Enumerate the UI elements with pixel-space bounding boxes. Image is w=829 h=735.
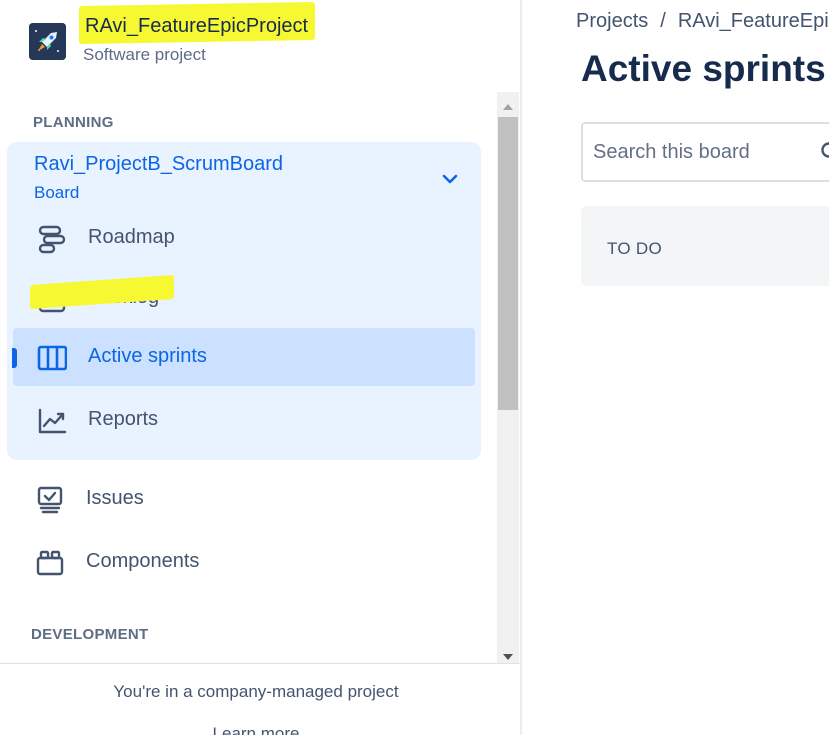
main-content: Projects / RAvi_FeatureEpi Active sprints …	[524, 0, 829, 735]
scroll-up-arrow-icon[interactable]	[503, 99, 513, 110]
scroll-down-arrow-icon[interactable]	[503, 649, 513, 660]
breadcrumb-project-link[interactable]: RAvi_FeatureEpi	[678, 10, 829, 32]
breadcrumb: Projects / RAvi_FeatureEpi	[576, 10, 829, 33]
sidebar-item-label: Reports	[88, 408, 159, 430]
project-header[interactable]: RAvi_FeatureEpicProject Software project	[0, 0, 520, 88]
search-icon[interactable]	[820, 141, 829, 163]
board-column-todo: TO DO	[581, 206, 829, 286]
sidebar-item-issues[interactable]: Issues	[11, 470, 473, 528]
column-title: TO DO	[607, 239, 663, 258]
project-name[interactable]: RAvi_FeatureEpicProject	[83, 15, 310, 38]
board-columns-icon	[37, 343, 68, 373]
rocket-icon	[29, 23, 66, 60]
sidebar-item-roadmap[interactable]: Roadmap	[13, 209, 475, 267]
roadmap-icon	[37, 224, 67, 254]
sidebar-item-label: Components	[86, 550, 200, 572]
active-indicator	[12, 348, 17, 368]
board-search[interactable]	[581, 122, 829, 182]
sidebar-nav: PLANNING Ravi_ProjectB_ScrumBoard Board …	[0, 88, 494, 663]
section-heading-development: DEVELOPMENT	[31, 626, 149, 643]
sidebar-scrollbar[interactable]	[497, 92, 519, 665]
page-title: Active sprints	[581, 48, 826, 89]
project-type: Software project	[83, 45, 206, 64]
sidebar-item-label: Roadmap	[88, 226, 175, 248]
sidebar-item-components[interactable]: Components	[11, 533, 473, 591]
sidebar-footer: You're in a company-managed project Lear…	[0, 663, 520, 735]
learn-more-link[interactable]: Learn more	[0, 724, 512, 735]
scrollbar-thumb[interactable]	[498, 117, 518, 410]
search-input[interactable]	[593, 138, 813, 166]
sidebar-item-active-sprints[interactable]: Active sprints	[12, 328, 475, 386]
board-subtitle: Board	[34, 183, 80, 202]
chart-line-icon	[37, 406, 67, 436]
breadcrumb-separator: /	[660, 10, 666, 32]
sidebar-item-label: Active sprints	[88, 345, 207, 367]
components-icon	[35, 548, 65, 578]
project-sidebar: RAvi_FeatureEpicProject Software project…	[0, 0, 522, 735]
section-heading-planning: PLANNING	[33, 114, 114, 131]
chevron-down-icon[interactable]	[440, 169, 460, 189]
footer-text: You're in a company-managed project	[113, 682, 399, 701]
issues-icon	[35, 485, 65, 515]
breadcrumb-projects-link[interactable]: Projects	[576, 10, 648, 32]
sidebar-item-label: Issues	[86, 487, 144, 509]
sidebar-item-reports[interactable]: Reports	[13, 391, 475, 449]
board-name[interactable]: Ravi_ProjectB_ScrumBoard	[34, 153, 283, 176]
